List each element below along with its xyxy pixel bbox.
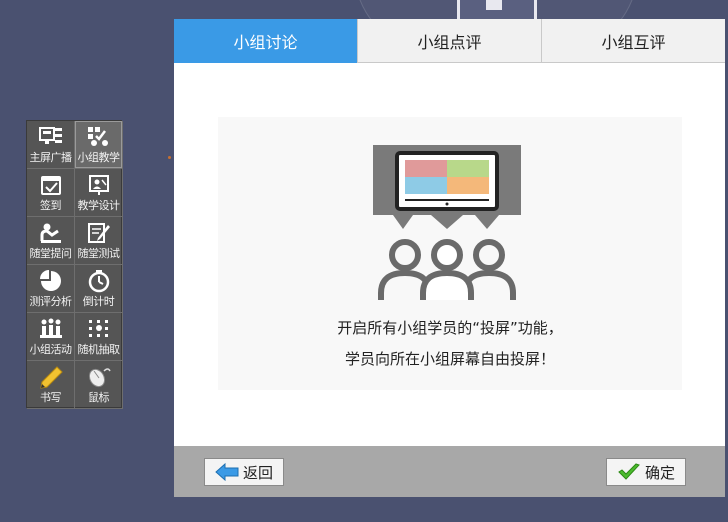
message-line-1: 开启所有小组学员的“投屏”功能， <box>337 319 563 337</box>
tool-quiz[interactable]: 随堂测试 <box>75 217 123 265</box>
ok-button[interactable]: 确定 <box>606 458 686 486</box>
pencil-icon <box>39 366 63 389</box>
mouse-icon <box>88 368 111 388</box>
tool-mouse[interactable]: 鼠标 <box>75 361 123 409</box>
tool-group-teaching[interactable]: 小组教学 <box>75 121 123 169</box>
pie-chart-icon <box>39 270 61 291</box>
discussion-panel: 开启所有小组学员的“投屏”功能， 学员向所在小组屏幕自由投屏！ <box>218 117 682 390</box>
question-icon <box>40 223 61 243</box>
tool-question[interactable]: 随堂提问 <box>27 217 75 265</box>
tool-screen-broadcast[interactable]: 主屏广播 <box>27 121 75 169</box>
tool-label: 随堂提问 <box>29 247 73 260</box>
tool-label: 主屏广播 <box>29 151 73 164</box>
dialog-tabs: 小组讨论 小组点评 小组互评 <box>174 19 725 63</box>
tool-label: 小组教学 <box>77 151 121 164</box>
tab-peer-review[interactable]: 小组互评 <box>541 19 725 63</box>
left-toolbar: 主屏广播 小组教学 签到 教学设计 随堂提问 随堂测试 测评分析 倒计时 小组活… <box>26 120 123 409</box>
screen-broadcast-icon <box>38 127 62 144</box>
tool-timer[interactable]: 倒计时 <box>75 265 123 313</box>
quiz-icon <box>87 223 110 243</box>
group-screen-cast-icon <box>373 145 521 300</box>
group-teaching-icon <box>87 127 108 146</box>
timer-icon <box>88 270 109 293</box>
tool-label: 鼠标 <box>88 391 110 404</box>
back-button-label: 返回 <box>242 463 273 482</box>
dialog-content: 开启所有小组学员的“投屏”功能， 学员向所在小组屏幕自由投屏！ <box>174 63 725 446</box>
tool-group-activity[interactable]: 小组活动 <box>27 313 75 361</box>
tool-random-pick[interactable]: 随机抽取 <box>75 313 123 361</box>
tool-teaching-design[interactable]: 教学设计 <box>75 169 123 217</box>
message-line-2: 学员向所在小组屏幕自由投屏！ <box>344 350 555 368</box>
tool-checkin[interactable]: 签到 <box>27 169 75 217</box>
ok-button-label: 确定 <box>644 463 675 482</box>
tool-pencil[interactable]: 书写 <box>27 361 75 409</box>
checkmark-icon <box>618 463 640 480</box>
group-activity-icon <box>39 318 62 338</box>
cursor-dot <box>168 156 171 159</box>
tool-label: 小组活动 <box>29 343 73 356</box>
tool-analysis[interactable]: 测评分析 <box>27 265 75 313</box>
tool-label: 随堂测试 <box>77 247 121 260</box>
tool-label: 随机抽取 <box>77 343 121 356</box>
teaching-design-icon <box>88 175 109 195</box>
back-arrow-icon <box>215 463 239 481</box>
back-button[interactable]: 返回 <box>204 458 284 486</box>
tool-label: 教学设计 <box>77 199 121 212</box>
tool-label: 倒计时 <box>82 295 115 308</box>
group-teaching-dialog: 小组讨论 小组点评 小组互评 开启所有小组学员的“投屏”功能， 学员向所在小组屏… <box>174 19 725 497</box>
random-pick-icon <box>88 320 108 337</box>
checkin-icon <box>40 176 61 195</box>
tab-group-review[interactable]: 小组点评 <box>357 19 541 63</box>
tool-label: 签到 <box>40 199 62 212</box>
tab-group-discussion[interactable]: 小组讨论 <box>174 19 357 63</box>
tool-label: 测评分析 <box>29 295 73 308</box>
tool-label: 书写 <box>40 391 62 404</box>
dialog-footer: 返回 确定 <box>174 446 725 497</box>
